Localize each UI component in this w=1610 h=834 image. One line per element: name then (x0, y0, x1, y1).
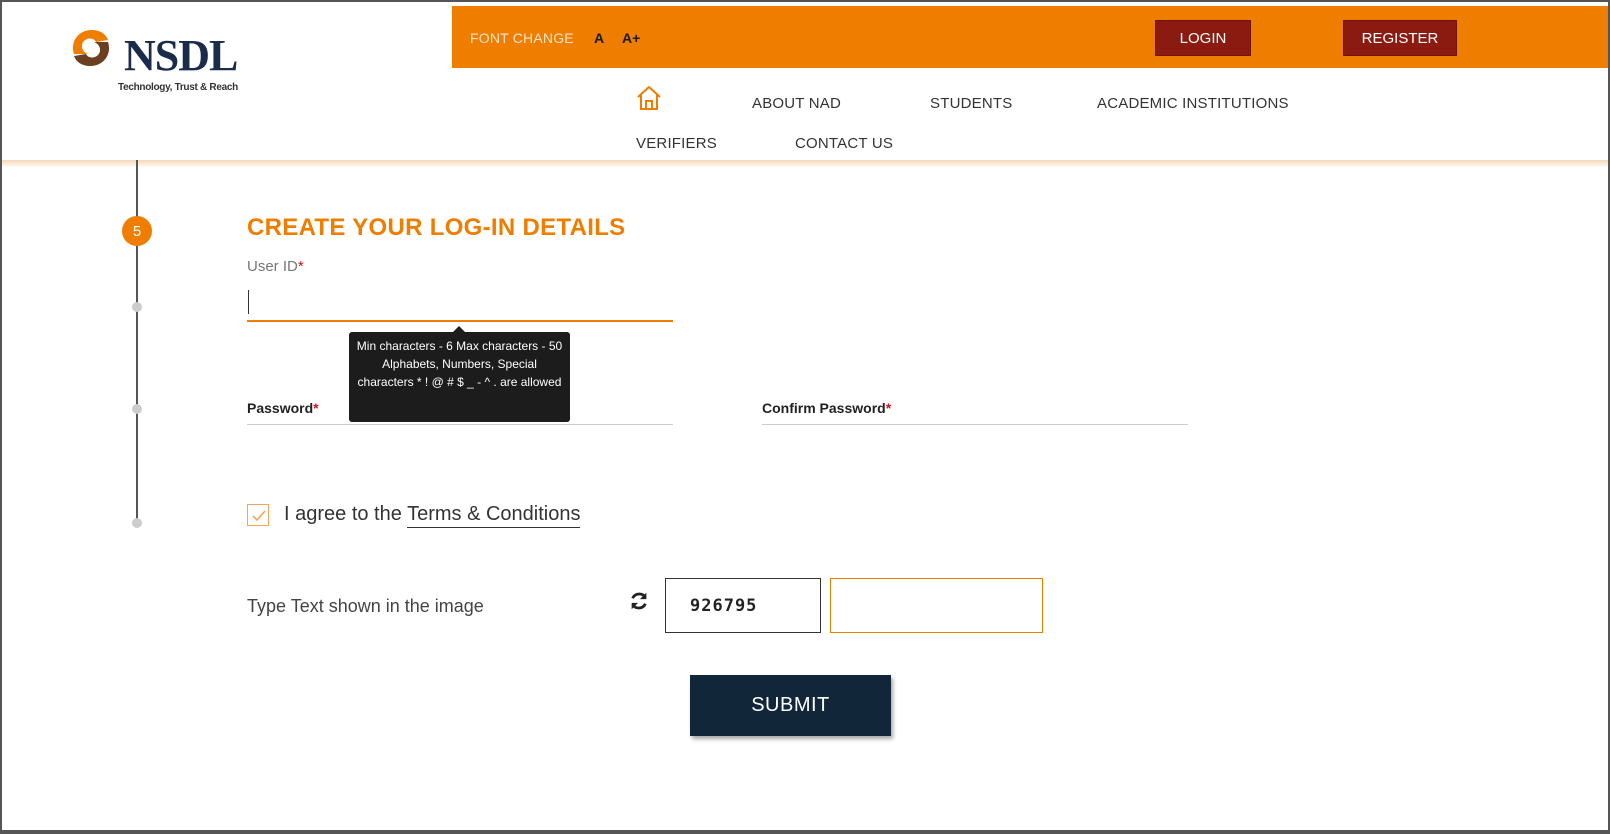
required-mark: * (297, 258, 304, 275)
font-change-label: FONT CHANGE (470, 30, 574, 46)
font-size-increase-button[interactable]: A+ (622, 30, 640, 46)
step-dot (132, 404, 142, 414)
captcha-image: 926795 (665, 578, 821, 633)
password-label-text: Password (247, 400, 314, 416)
password-label: Password* (247, 400, 319, 416)
header-divider (2, 160, 1608, 168)
brand-tagline: Technology, Trust & Reach (118, 82, 238, 93)
confirm-password-label: Confirm Password* (762, 400, 891, 416)
font-size-normal-button[interactable]: A (594, 30, 604, 46)
user-id-underline (247, 320, 673, 322)
required-mark: * (313, 400, 319, 416)
step-dot (132, 518, 142, 528)
required-mark: * (885, 400, 892, 416)
nav-verifiers[interactable]: VERIFIERS (636, 135, 717, 152)
step-dot (132, 302, 142, 312)
register-button[interactable]: REGISTER (1343, 20, 1457, 56)
confirm-password-input[interactable] (762, 424, 1188, 425)
agree-prefix: I agree to the (284, 503, 402, 525)
brand-name: NSDL (124, 31, 238, 80)
page-frame: NSDL Technology, Trust & Reach FONT CHAN… (0, 0, 1610, 834)
terms-conditions-link[interactable]: Terms & Conditions (407, 503, 581, 528)
confirm-password-label-text: Confirm Password (762, 400, 886, 416)
top-bar: FONT CHANGE A A+ LOGIN REGISTER (452, 6, 1608, 68)
form-title: CREATE YOUR LOG-IN DETAILS (247, 214, 626, 241)
nav-students[interactable]: STUDENTS (930, 95, 1012, 112)
password-input[interactable] (247, 424, 673, 425)
user-id-tooltip: Min characters - 6 Max characters - 50 A… (349, 326, 570, 422)
nsdl-logo[interactable]: NSDL Technology, Trust & Reach (66, 24, 266, 94)
user-id-label-text: User ID (247, 258, 298, 275)
user-id-input[interactable] (247, 286, 673, 318)
nav-about-nad[interactable]: ABOUT NAD (752, 95, 841, 112)
captcha-input[interactable] (830, 578, 1043, 633)
text-caret (248, 290, 249, 314)
refresh-captcha-icon[interactable] (628, 590, 650, 612)
home-icon[interactable] (636, 84, 662, 112)
nav-academic-institutions[interactable]: ACADEMIC INSTITUTIONS (1097, 95, 1289, 112)
captcha-label: Type Text shown in the image (247, 596, 484, 616)
nav-contact-us[interactable]: CONTACT US (795, 135, 893, 152)
steps-timeline (136, 160, 138, 526)
terms-checkbox[interactable] (247, 504, 269, 526)
nsdl-logo-icon (72, 30, 110, 66)
checkmark-icon (252, 510, 266, 522)
agree-text: I agree to the Terms & Conditions (284, 503, 581, 528)
login-button[interactable]: LOGIN (1155, 20, 1251, 56)
step-indicator: 5 (122, 216, 152, 246)
user-id-label: User ID* (247, 258, 304, 275)
submit-button[interactable]: SUBMIT (690, 675, 891, 736)
